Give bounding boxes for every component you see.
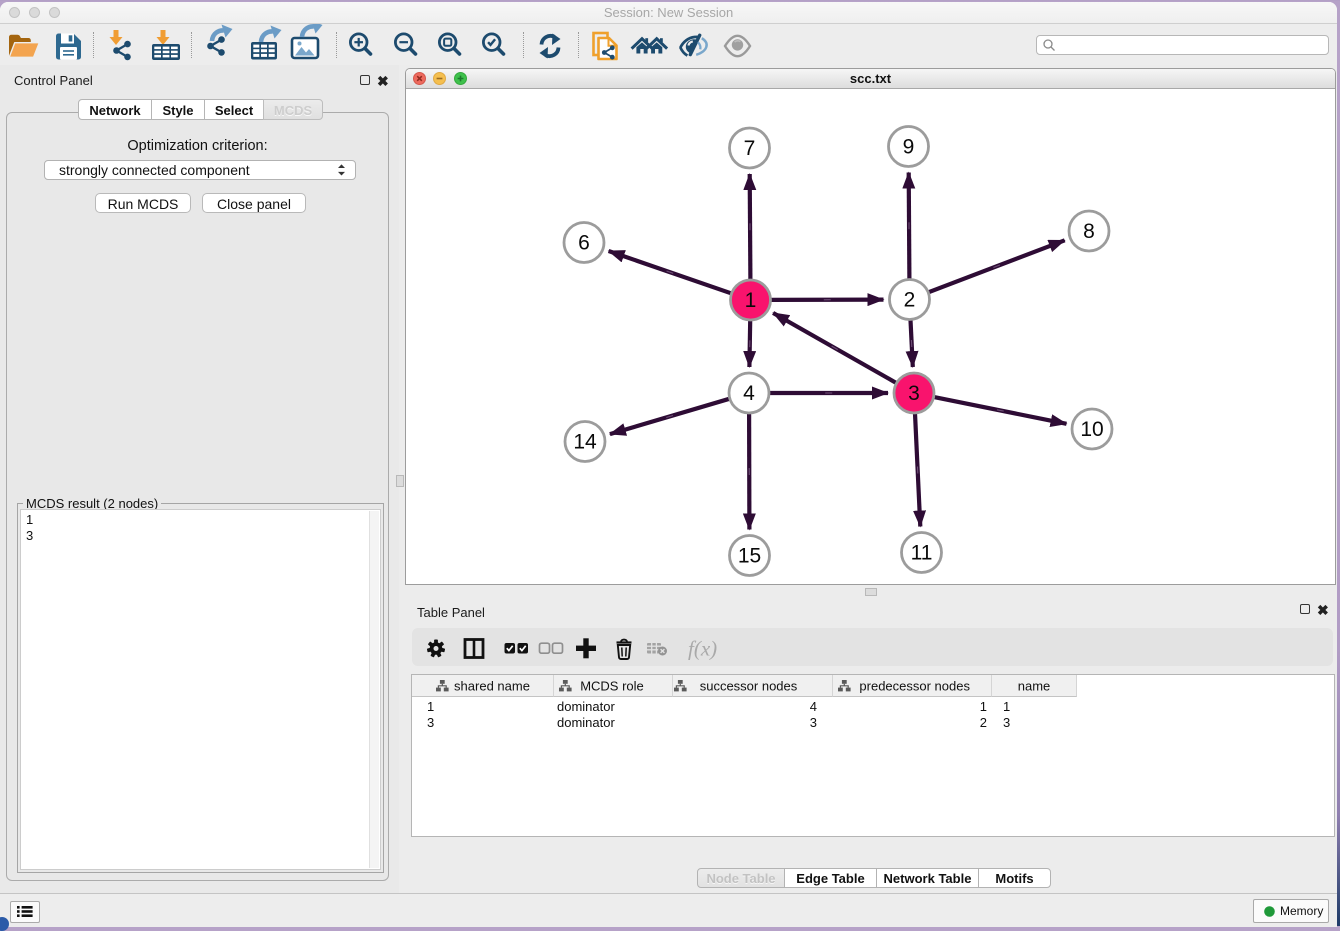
svg-text:9: 9	[903, 136, 915, 159]
svg-text:MCDS role: MCDS role	[580, 679, 644, 694]
svg-text:14: 14	[573, 431, 597, 454]
svg-text:15: 15	[738, 545, 761, 568]
svg-text:7: 7	[744, 137, 756, 160]
svg-text:name: name	[1018, 679, 1051, 694]
svg-text:6: 6	[578, 232, 590, 255]
svg-text:2: 2	[904, 289, 916, 312]
svg-text:8: 8	[1083, 220, 1095, 243]
svg-text:shared name: shared name	[454, 679, 530, 694]
svg-text:10: 10	[1080, 418, 1103, 441]
svg-text:4: 4	[743, 382, 755, 405]
svg-text:11: 11	[911, 542, 933, 565]
svg-text:1: 1	[745, 289, 757, 312]
svg-text:predecessor nodes: predecessor nodes	[859, 679, 970, 694]
svg-text:successor nodes: successor nodes	[700, 679, 798, 694]
svg-text:f(x): f(x)	[688, 637, 717, 661]
svg-text:3: 3	[908, 382, 920, 405]
